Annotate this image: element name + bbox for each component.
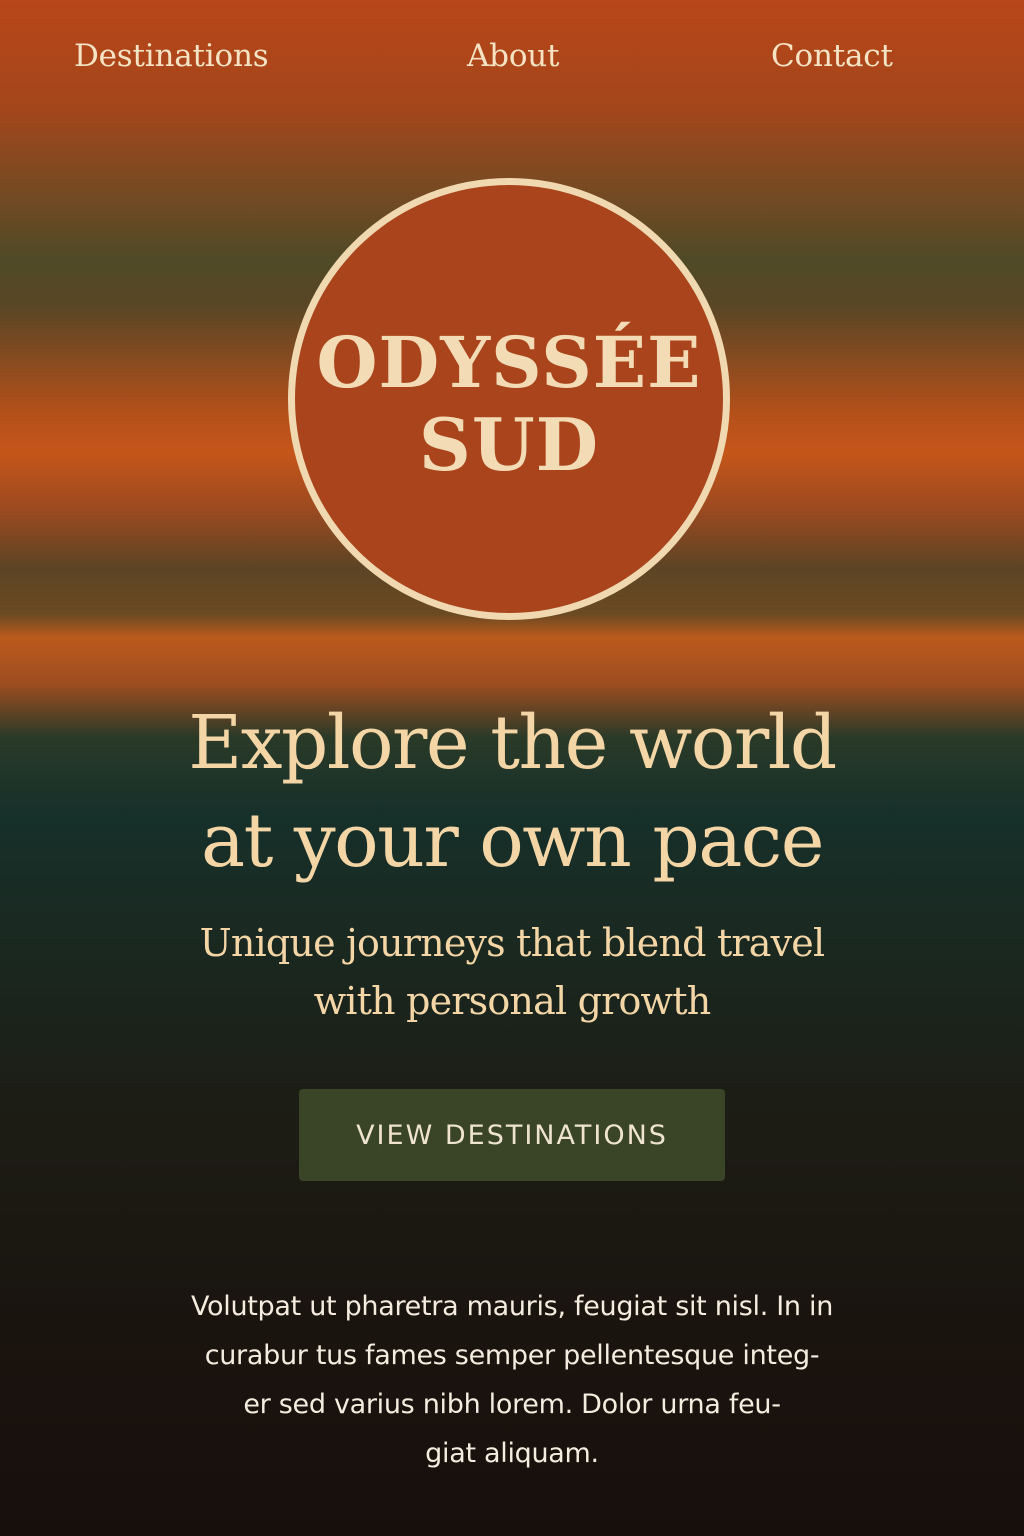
logo-text-line-2: SUD <box>418 402 600 487</box>
logo-text-line-1: ODYSSÉE <box>316 321 702 404</box>
hero-subheading-line-2: with personal growth <box>313 979 712 1023</box>
hero-headline-line-1: Explore the world <box>188 700 837 786</box>
nav-link-destinations[interactable]: Destinations <box>74 38 269 74</box>
nav-link-about[interactable]: About <box>467 38 560 74</box>
intro-paragraph-line-3: er sed varius nibh lorem. Dolor urna feu… <box>243 1389 781 1420</box>
intro-paragraph-line-4: giat aliquam. <box>425 1438 599 1469</box>
hero-subheading-line-1: Unique journeys that blend travel <box>199 921 826 965</box>
hero-headline-line-2: at your own pace <box>200 798 825 884</box>
hero-subheading: Unique journeys that blend travel with p… <box>0 914 1024 1030</box>
intro-paragraph-line-2: curabur tus fames semper pellentesque in… <box>204 1340 820 1371</box>
top-nav: Destinations About Contact <box>0 38 1024 88</box>
intro-paragraph-line-1: Volutpat ut pharetra mauris, feugiat sit… <box>190 1291 834 1322</box>
nav-link-contact[interactable]: Contact <box>771 38 893 74</box>
brand-logo: ODYSSÉE SUD <box>288 178 730 620</box>
hero-headline: Explore the world at your own pace <box>0 694 1024 890</box>
view-destinations-button[interactable]: VIEW DESTINATIONS <box>299 1089 725 1181</box>
intro-paragraph: Volutpat ut pharetra mauris, feugiat sit… <box>0 1282 1024 1478</box>
